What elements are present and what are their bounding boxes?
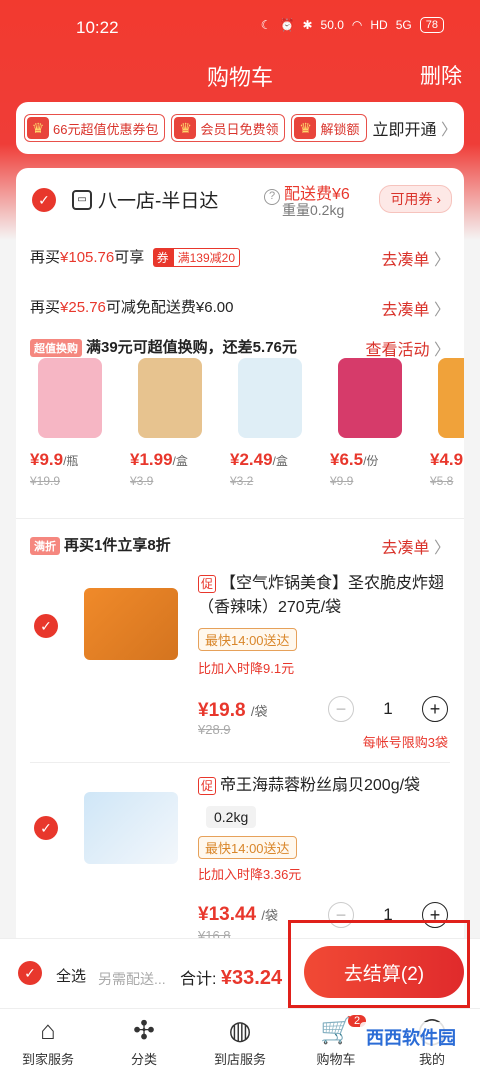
price-drop-note: 比加入时降9.1元 — [198, 661, 295, 676]
product-original-price: ¥5.8 — [430, 474, 454, 488]
store-service-icon: ◍ — [228, 1015, 252, 1045]
available-coupon-button[interactable]: 可用券 › — [379, 185, 452, 213]
add-on-link[interactable]: 去凑单 〉 — [382, 534, 450, 558]
item-name[interactable]: 促【空气炸锅美食】圣农脆皮炸翅（香辣味）270克/袋 — [198, 572, 454, 620]
member-promo-bar[interactable]: ♛ 66元超值优惠券包 ♛ 会员日免费领 ♛ 解锁额 立即开通 〉 — [16, 102, 464, 154]
signal-icon: 5G — [395, 18, 412, 32]
quantity-value[interactable]: 1 — [383, 699, 392, 719]
open-membership-link[interactable]: 立即开通 〉 — [373, 116, 457, 140]
highlight-box — [288, 920, 470, 1008]
add-on-link[interactable]: 去凑单 〉 — [382, 296, 450, 320]
home-icon: ⌂ — [40, 1015, 56, 1045]
store-title[interactable]: ▭ 八一店-半日达 — [72, 186, 218, 213]
add-on-link[interactable]: 去凑单 〉 — [382, 246, 450, 270]
product-price: ¥6.5/份 — [330, 450, 379, 469]
swap-product[interactable]: ¥4.9 ¥5.8 — [430, 358, 464, 488]
delivery-time-badge: 最快14:00送达 — [198, 628, 297, 651]
alarm-icon: ⏰ — [279, 18, 295, 32]
nav-item[interactable]: ◍ 到店服务 — [192, 1015, 288, 1068]
status-bar: 10:22 ☾ ⏰ ✱ 50.0 ◠ HD 5G 78 — [0, 14, 480, 42]
crown-icon: ♛ — [174, 117, 197, 139]
chevron-right-icon: 〉 — [440, 122, 457, 139]
store-select-checkbox[interactable]: ✓ — [32, 188, 56, 212]
quantity-stepper[interactable]: − 1 + — [328, 694, 448, 724]
total: 合计: ¥33.24 — [180, 967, 283, 989]
product-original-price: ¥3.2 — [230, 474, 254, 488]
swap-product[interactable]: ¥2.49/盒 ¥3.2 — [230, 358, 320, 488]
product-image-wings[interactable] — [84, 588, 178, 660]
delivery-time-badge: 最快14:00送达 — [198, 836, 297, 859]
item-select-checkbox[interactable]: ✓ — [34, 614, 58, 638]
store-card: ✓ ▭ 八一店-半日达 ? 配送费¥6 重量0.2kg 可用券 › 再买¥105.7… — [16, 168, 464, 948]
item-weight: 0.2kg — [206, 806, 257, 828]
discount-row: 满折 再买1件立享8折 — [30, 534, 171, 555]
crown-icon: ♛ — [294, 117, 317, 139]
promo-chip[interactable]: ♛ 66元超值优惠券包 — [24, 114, 166, 142]
increase-button[interactable]: + — [422, 696, 448, 722]
swap-product-list: ¥9.9/瓶 ¥19.9 ¥1.99/盒 ¥3.9 ¥2.49/盒 ¥3.2 ¥6.5/份 ¥… — [16, 358, 464, 508]
hd-icon: HD — [370, 18, 388, 32]
decrease-button[interactable]: − — [328, 696, 354, 722]
product-original-price: ¥3.9 — [130, 474, 154, 488]
price-drop-note: 比加入时降3.36元 — [198, 867, 302, 882]
nav-item[interactable]: ✣ 分类 — [96, 1015, 192, 1068]
divider — [30, 762, 450, 763]
crown-icon: ♛ — [27, 117, 49, 139]
product-price: ¥2.49/盒 — [230, 450, 288, 469]
delivery-note: 另需配送... — [98, 971, 166, 987]
product-price: ¥4.9 — [430, 450, 464, 469]
moon-icon: ☾ — [260, 18, 272, 32]
status-time: 10:22 — [76, 18, 119, 37]
item-select-checkbox[interactable]: ✓ — [34, 816, 58, 840]
promo-chip[interactable]: ♛ 会员日免费领 — [171, 114, 286, 142]
offer-row: 再买¥105.76可享 券满139减20 — [30, 246, 240, 267]
product-price: ¥1.99/盒 — [130, 450, 188, 469]
wifi-icon: ◠ — [351, 18, 363, 32]
product-price: ¥9.9/瓶 — [30, 450, 79, 469]
product-image[interactable] — [138, 358, 202, 438]
question-icon: ? — [264, 189, 280, 205]
purchase-limit: 每帐号限购3袋 — [362, 735, 448, 750]
product-image[interactable] — [238, 358, 302, 438]
product-image-scallop[interactable] — [84, 792, 178, 864]
bluetooth-icon: ✱ — [302, 18, 313, 32]
page-title: 购物车 — [206, 65, 273, 90]
battery-icon: 78 — [419, 17, 444, 33]
item-price: ¥19.8 /袋 — [198, 700, 268, 721]
select-all-label[interactable]: 全选 — [56, 965, 86, 986]
divider — [16, 518, 464, 519]
watermark: 西西软件园 — [360, 1022, 462, 1052]
product-image[interactable] — [338, 358, 402, 438]
product-original-price: ¥19.9 — [30, 474, 61, 488]
item-name[interactable]: 促帝王海蒜蓉粉丝扇贝200g/袋 — [198, 774, 454, 798]
store-weight: 重量0.2kg — [282, 202, 345, 218]
nav-item[interactable]: ⌂ 到家服务 — [0, 1015, 96, 1068]
product-image[interactable] — [438, 358, 464, 438]
delete-button[interactable]: 删除 — [420, 60, 462, 90]
store-icon: ▭ — [72, 189, 92, 210]
category-icon: ✣ — [133, 1015, 155, 1045]
offer-row: 再买¥25.76可减免配送费¥6.00 — [30, 299, 234, 316]
swap-product[interactable]: ¥9.9/瓶 ¥19.9 — [30, 358, 120, 488]
product-original-price: ¥9.9 — [330, 474, 354, 488]
promo-chip[interactable]: ♛ 解锁额 — [291, 114, 367, 142]
swap-product[interactable]: ¥1.99/盒 ¥3.9 — [130, 358, 220, 488]
select-all-checkbox[interactable]: ✓ — [18, 961, 42, 985]
view-activity-link[interactable]: 查看活动 〉 — [366, 336, 450, 360]
item-original-price: ¥28.9 — [198, 722, 231, 737]
item-price: ¥13.44 /袋 — [198, 904, 279, 925]
product-image[interactable] — [38, 358, 102, 438]
swap-row: 超值换购 满39元可超值换购，还差5.76元 — [30, 336, 297, 357]
swap-product[interactable]: ¥6.5/份 ¥9.9 — [330, 358, 420, 488]
net-speed: 50.0 — [320, 18, 344, 32]
